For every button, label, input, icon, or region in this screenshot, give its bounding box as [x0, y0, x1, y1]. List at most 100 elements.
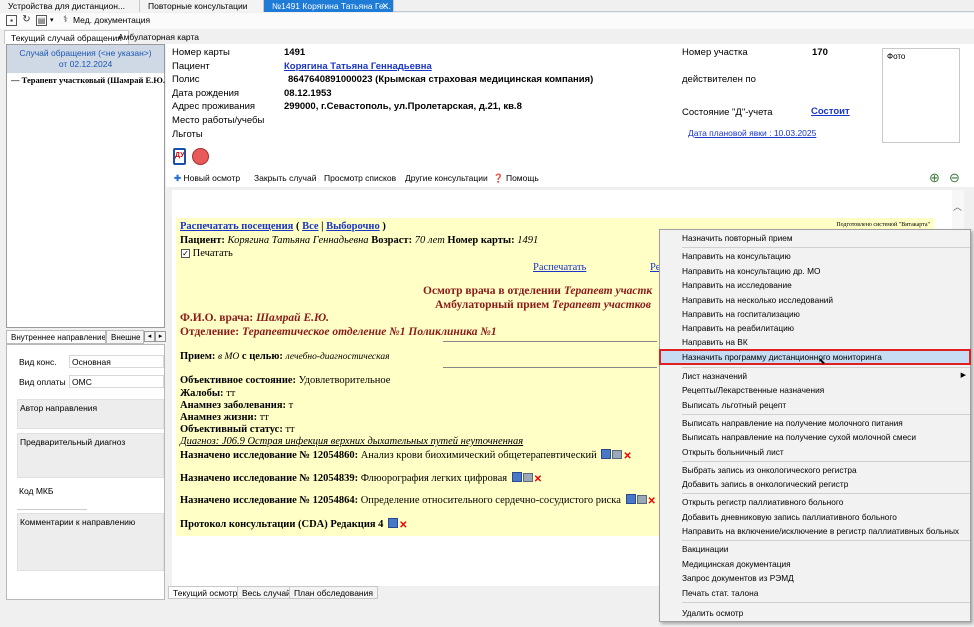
menu-item-sick-leave[interactable]: Открыть больничный лист — [660, 445, 970, 459]
chevron-up-icon[interactable]: ︿ — [953, 200, 962, 213]
edit-icon[interactable] — [511, 472, 522, 482]
card-number-value: 1491 — [284, 47, 306, 58]
close-case-button[interactable]: Закрыть случай — [254, 173, 316, 183]
divider — [443, 341, 657, 342]
tab-outpatient-card[interactable]: Амбулаторная карта — [112, 30, 205, 44]
delete-icon[interactable]: ✕ — [623, 451, 631, 462]
print-icon[interactable] — [636, 495, 647, 504]
menu-item-remote-monitoring[interactable]: Назначить программу дистанционного монит… — [659, 349, 971, 366]
menu-item-hospitalization[interactable]: Направить на госпитализацию — [660, 307, 970, 321]
lungs-icon[interactable] — [192, 148, 209, 165]
menu-item-privileged-recipe[interactable]: Выписать льготный рецепт — [660, 398, 970, 412]
menu-item-consultation[interactable]: Направить на консультацию — [660, 249, 970, 263]
new-exam-button[interactable]: ✚ Новый осмотр — [174, 173, 240, 184]
refresh-icon[interactable]: ↻ — [21, 15, 32, 26]
help-button[interactable]: ❓ Помощь — [493, 173, 539, 184]
clipboard-icon[interactable]: ДУ — [173, 148, 186, 165]
document-icon[interactable]: ▤ — [36, 15, 47, 26]
chevron-down-icon[interactable]: ▾ — [50, 16, 54, 24]
doc-patient-label: Пациент: — [180, 235, 225, 246]
chevron-right-icon[interactable]: ▸ — [155, 331, 166, 342]
menu-item-palliative-diary[interactable]: Добавить дневниковую запись паллиативног… — [660, 510, 970, 524]
author-field[interactable]: Автор направления — [17, 399, 164, 429]
menu-item-vk[interactable]: Направить на ВК — [660, 335, 970, 349]
help-icon: ❓ — [493, 173, 504, 183]
menu-item-milk-nutrition[interactable]: Выписать направление на получение молочн… — [660, 416, 970, 430]
delete-icon[interactable]: ✕ — [534, 474, 542, 485]
study-label: Назначено исследование № 12054860: — [180, 449, 359, 461]
print-checkbox-row[interactable]: ✓ Печатать — [181, 248, 233, 259]
menu-item-delete-exam[interactable]: Удалить осмотр — [660, 606, 970, 620]
menu-item-onco-add[interactable]: Добавить запись в онкологический регистр — [660, 477, 970, 491]
close-icon[interactable]: ✕ — [381, 0, 389, 12]
tab-internal-referral[interactable]: Внутреннее направление — [6, 330, 106, 344]
kind-field[interactable]: Основная — [69, 355, 164, 368]
med-docs-button[interactable]: Мед. документация — [73, 15, 150, 25]
print-icon[interactable] — [612, 450, 623, 459]
tab-patient-card[interactable]: №1491 Корягина Татьяна Ге... ✕ — [264, 0, 394, 12]
menu-item-onco-select[interactable]: Выбрать запись из онкологического регист… — [660, 463, 970, 477]
all-link[interactable]: Все — [302, 221, 318, 232]
menu-item-vaccinations[interactable]: Вакцинации — [660, 542, 970, 556]
menu-item-study[interactable]: Направить на исследование — [660, 278, 970, 292]
tree-item-therapist[interactable]: — Терапевт участковый (Шамрай Е.Ю. — [11, 75, 165, 85]
menu-item-prescription-sheet[interactable]: Лист назначений ▶ — [660, 369, 970, 383]
save-icon[interactable]: ▪ — [6, 15, 17, 26]
menu-item-palliative-inclusion[interactable]: Направить на включение/исключение в реги… — [660, 524, 970, 538]
patient-name-link[interactable]: Корягина Татьяна Геннадьевна — [284, 61, 432, 72]
delete-icon[interactable]: ✕ — [399, 520, 407, 531]
edit-icon[interactable] — [625, 494, 636, 504]
tab-current-case[interactable]: Текущий случай обращения — [4, 30, 129, 44]
tab-external-referral[interactable]: Внешне — [106, 330, 144, 344]
menu-item-repeat-visit[interactable]: Назначить повторный прием — [660, 231, 970, 245]
zoom-out-icon[interactable]: ⊖ — [949, 170, 960, 186]
delete-icon[interactable]: ✕ — [648, 496, 656, 507]
prelim-diagnosis-field[interactable]: Предварительный диагноз — [17, 433, 164, 478]
planned-visit-link[interactable]: Дата плановой явки : 10.03.2025 — [688, 128, 816, 138]
case-date: от 02.12.2024 — [58, 59, 113, 69]
edit-icon[interactable] — [601, 449, 612, 459]
selective-link[interactable]: Выборочно — [326, 221, 380, 232]
chevron-left-icon[interactable]: ◂ — [144, 331, 155, 342]
study-label: Назначено исследование № 12054864: — [180, 494, 359, 506]
dept-label: Отделение: — [180, 326, 240, 338]
menu-item-consultation-other-mo[interactable]: Направить на консультацию др. МО — [660, 264, 970, 278]
comments-field[interactable]: Комментарии к направлению — [17, 513, 164, 571]
print-link[interactable]: Распечатать — [533, 262, 586, 273]
tab-label: Повторные консультации — [148, 1, 248, 11]
tab-current-exam[interactable]: Текущий осмотр — [168, 586, 243, 599]
new-exam-label: Новый осмотр — [183, 173, 241, 183]
print-icon[interactable] — [522, 473, 533, 482]
menu-item-recipes[interactable]: Рецепты/Лекарственные назначения — [660, 383, 970, 397]
menu-item-dry-milk[interactable]: Выписать направление на получение сухой … — [660, 430, 970, 444]
print-checkbox[interactable]: ✓ — [181, 249, 190, 258]
study-actions: ✕ — [625, 494, 656, 507]
menu-item-stat-ticket[interactable]: Печать стат. талона — [660, 586, 970, 600]
tab-whole-case[interactable]: Весь случай — [237, 586, 296, 599]
patient-info-panel: Номер карты 1491 Пациент Корягина Татьян… — [166, 44, 974, 169]
d-status-link[interactable]: Состоит — [811, 106, 850, 117]
menu-item-rehabilitation[interactable]: Направить на реабилитацию — [660, 321, 970, 335]
other-consults-button[interactable]: Другие консультации — [405, 173, 488, 183]
tab-repeat-consultations[interactable]: Повторные консультации — [140, 0, 264, 12]
edit-icon[interactable] — [388, 518, 399, 528]
menu-item-remd-request[interactable]: Запрос документов из РЭМД — [660, 571, 970, 585]
separator: | — [321, 221, 324, 232]
zoom-in-icon[interactable]: ⊕ — [929, 170, 940, 186]
menu-item-several-studies[interactable]: Направить на несколько исследований — [660, 293, 970, 307]
payment-field[interactable]: ОМС — [69, 375, 164, 388]
stethoscope-icon[interactable]: ⚕ — [60, 15, 71, 26]
policy-value: 8647640891000023 (Крымская страховая мед… — [288, 74, 594, 85]
patient-label: Пациент — [172, 61, 210, 72]
district-value: 170 — [812, 47, 828, 58]
photo-box: Фото — [882, 48, 960, 143]
tab-exam-plan[interactable]: План обследования — [289, 586, 378, 599]
print-visits-link[interactable]: Распечатать посещения — [180, 221, 293, 232]
mkb-field[interactable] — [17, 497, 87, 510]
view-lists-button[interactable]: Просмотр списков — [324, 173, 396, 183]
paren-open: ( — [295, 221, 300, 232]
menu-item-palliative-register[interactable]: Открыть регистр паллиативного больного — [660, 495, 970, 509]
tab-remote-devices[interactable]: Устройства для дистанцион... — [0, 0, 140, 12]
menu-item-medical-docs[interactable]: Медицинская документация — [660, 557, 970, 571]
case-header[interactable]: Случай обращения (<не указан>) от 02.12.… — [7, 45, 164, 73]
